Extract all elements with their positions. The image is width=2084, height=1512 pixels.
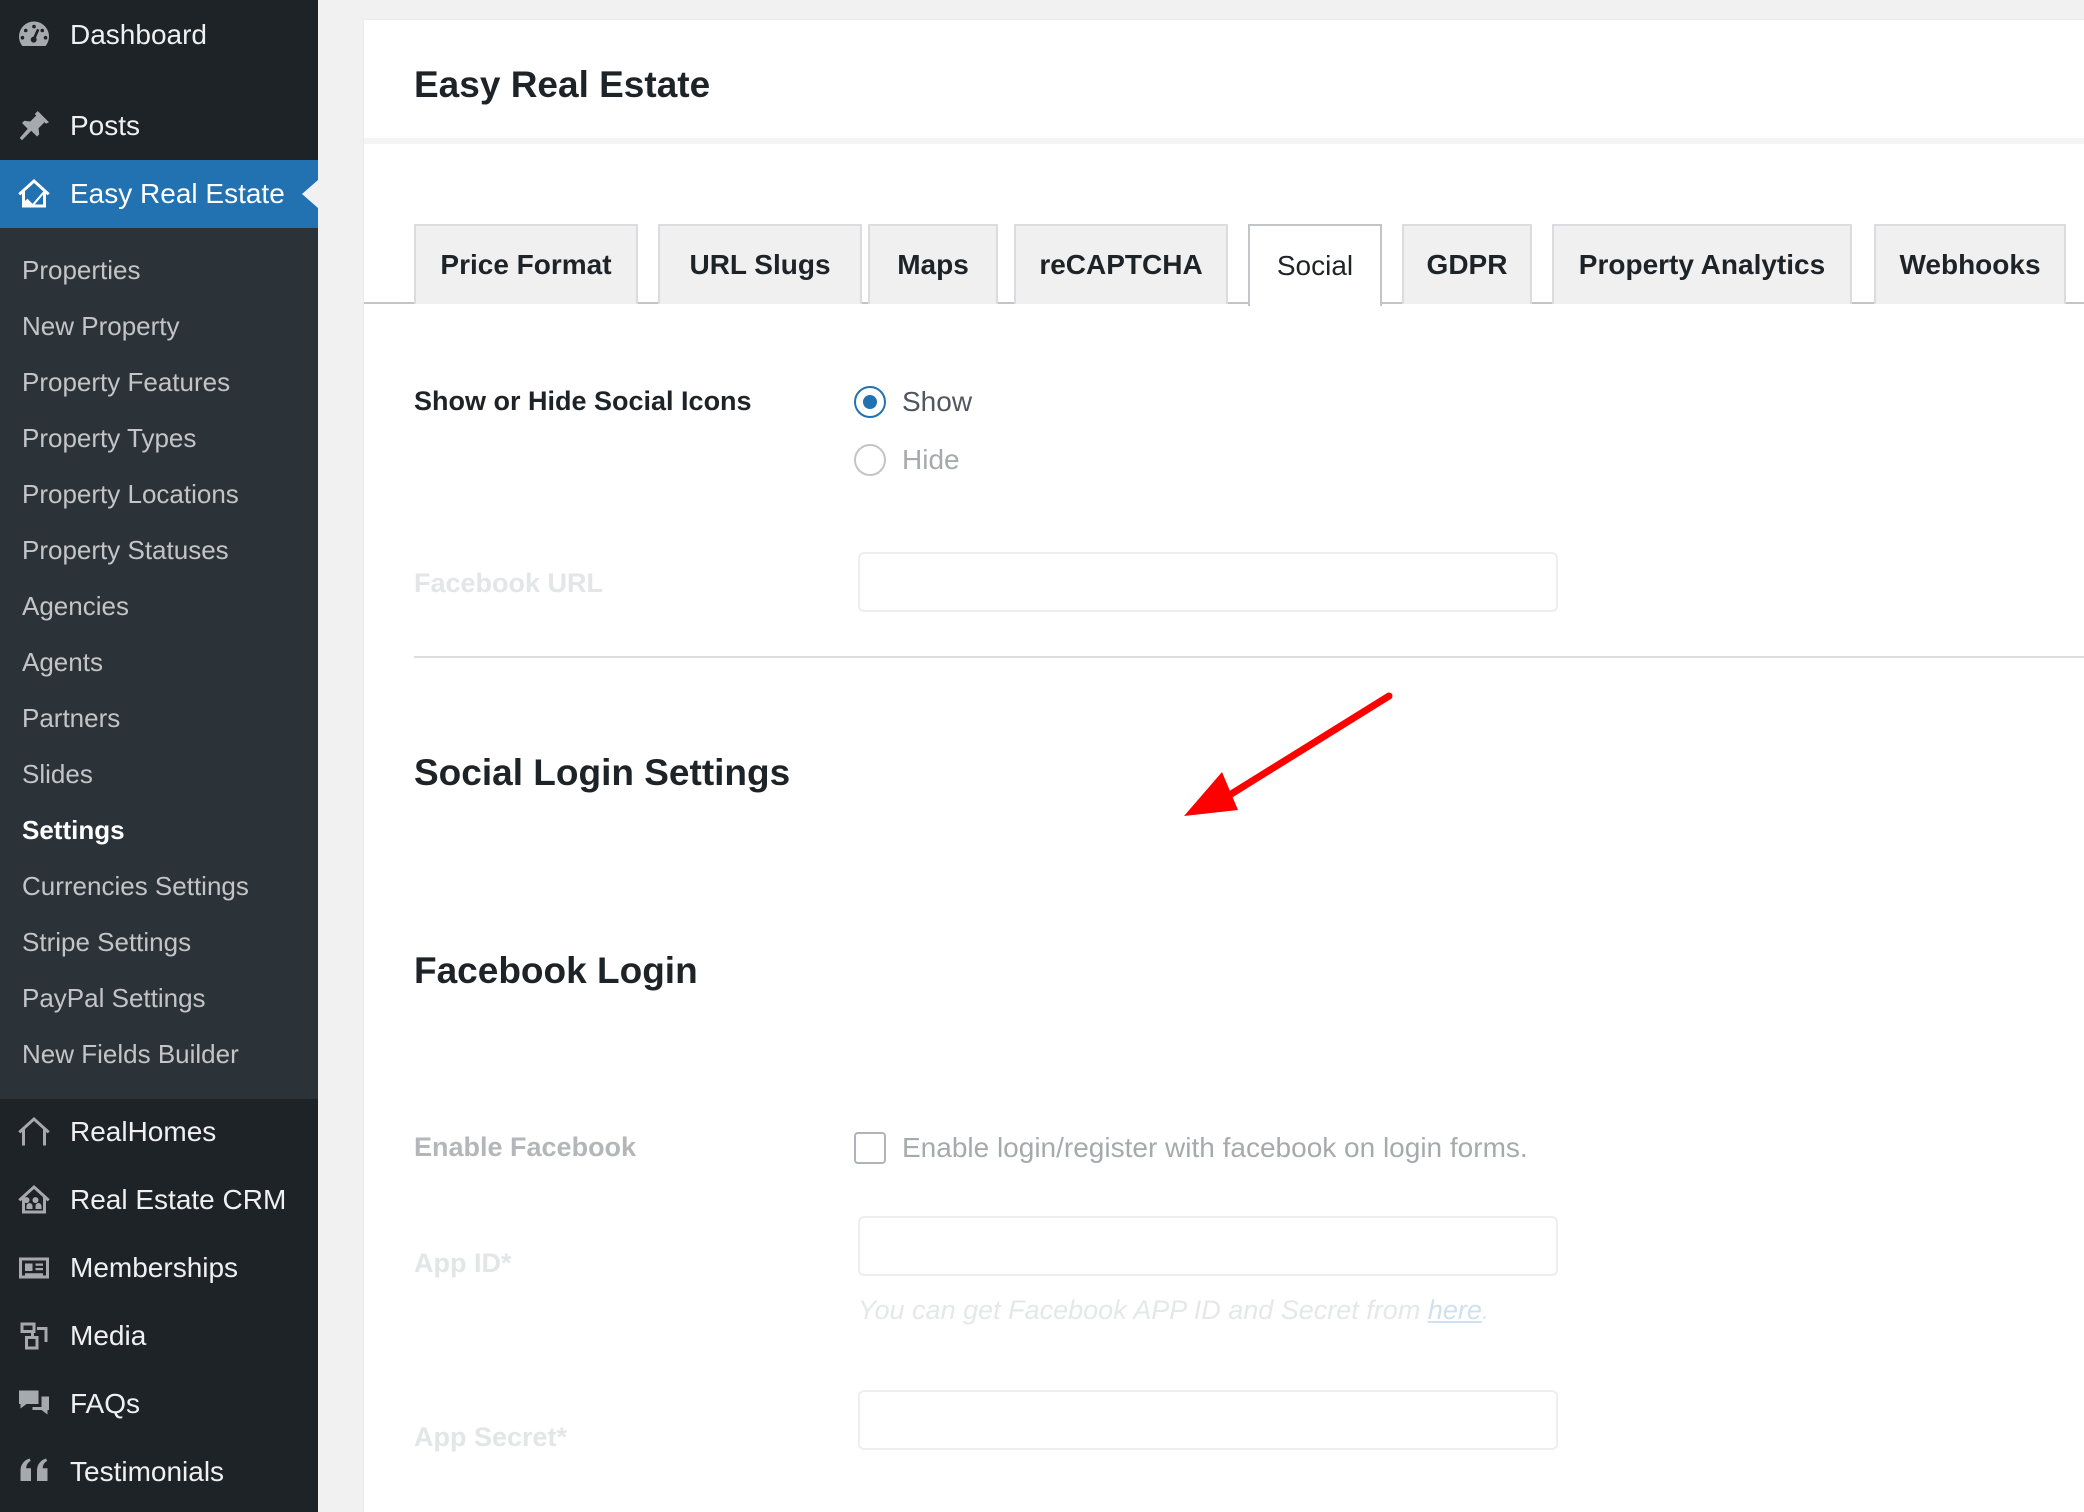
menu-faqs[interactable]: FAQs — [0, 1370, 318, 1438]
tab-property-analytics[interactable]: Property Analytics — [1552, 224, 1852, 304]
facebook-url-input[interactable] — [858, 552, 1558, 612]
help-text-suffix: . — [1481, 1295, 1490, 1325]
tab-social[interactable]: Social — [1248, 224, 1382, 306]
show-hide-social-label: Show or Hide Social Icons — [414, 386, 752, 416]
menu-label: Easy Real Estate — [70, 178, 285, 209]
house-icon — [14, 174, 54, 214]
tab-maps[interactable]: Maps — [868, 224, 998, 304]
pin-icon — [14, 106, 54, 146]
enable-facebook-label: Enable Facebook — [414, 1132, 637, 1162]
page-header: Easy Real Estate — [364, 20, 2084, 144]
app-id-help-text: You can get Facebook APP ID and Secret f… — [858, 1295, 1489, 1326]
id-card-icon — [14, 1248, 54, 1288]
media-icon — [14, 1316, 54, 1356]
submenu-property-types[interactable]: Property Types — [22, 423, 196, 454]
easy-real-estate-submenu: Properties New Property Property Feature… — [0, 228, 318, 1099]
tab-gdpr[interactable]: GDPR — [1402, 224, 1532, 304]
dashboard-icon — [14, 15, 54, 55]
radio-hide-label: Hide — [902, 444, 960, 475]
menu-realhomes[interactable]: RealHomes — [0, 1098, 318, 1166]
app-secret-label: App Secret* — [414, 1422, 568, 1452]
menu-real-estate-crm[interactable]: Real Estate CRM — [0, 1166, 318, 1234]
page-title: Easy Real Estate — [414, 64, 711, 105]
menu-label: Testimonials — [70, 1456, 225, 1487]
submenu-stripe-settings[interactable]: Stripe Settings — [22, 927, 191, 958]
menu-easy-real-estate[interactable]: Easy Real Estate — [0, 160, 318, 228]
submenu-agents[interactable]: Agents — [22, 647, 103, 678]
submenu-slides[interactable]: Slides — [22, 759, 93, 790]
app-id-label: App ID* — [414, 1248, 512, 1278]
settings-tabs: Price Format URL Slugs Maps reCAPTCHA So… — [364, 144, 2084, 306]
submenu-paypal-settings[interactable]: PayPal Settings — [22, 983, 206, 1014]
submenu-new-fields-builder[interactable]: New Fields Builder — [22, 1039, 239, 1070]
radio-hide[interactable] — [854, 444, 886, 476]
menu-label: Media — [70, 1320, 147, 1351]
tab-price-format[interactable]: Price Format — [414, 224, 638, 304]
submenu-property-locations[interactable]: Property Locations — [22, 479, 239, 510]
submenu-property-statuses[interactable]: Property Statuses — [22, 535, 229, 566]
divider — [414, 656, 2084, 658]
quote-icon — [14, 1452, 54, 1492]
enable-facebook-checkbox[interactable] — [854, 1132, 886, 1164]
menu-label: Memberships — [70, 1252, 239, 1283]
menu-dashboard[interactable]: Dashboard — [0, 1, 318, 69]
submenu-property-features[interactable]: Property Features — [22, 367, 230, 398]
submenu-agencies[interactable]: Agencies — [22, 591, 129, 622]
menu-media[interactable]: Media — [0, 1302, 318, 1370]
help-here-link[interactable]: here — [1428, 1295, 1482, 1325]
menu-label: Real Estate CRM — [70, 1184, 287, 1215]
facebook-url-label: Facebook URL — [414, 568, 604, 598]
submenu-settings[interactable]: Settings — [22, 815, 125, 846]
menu-label: Dashboard — [70, 19, 207, 50]
tab-webhooks[interactable]: Webhooks — [1874, 224, 2066, 304]
crm-icon — [14, 1180, 54, 1220]
menu-memberships[interactable]: Memberships — [0, 1234, 318, 1302]
admin-sidebar: Dashboard Posts Easy Real Estate Propert… — [0, 0, 318, 1512]
radio-show-label: Show — [902, 386, 973, 417]
menu-posts[interactable]: Posts — [0, 92, 318, 160]
house-outline-icon — [14, 1112, 54, 1152]
app-id-input[interactable] — [858, 1216, 1558, 1276]
menu-label: Posts — [70, 110, 141, 141]
tab-recaptcha[interactable]: reCAPTCHA — [1014, 224, 1228, 304]
help-text-body: You can get Facebook APP ID and Secret f… — [858, 1295, 1428, 1325]
tab-url-slugs[interactable]: URL Slugs — [658, 224, 862, 304]
chat-bubbles-icon — [14, 1384, 54, 1424]
menu-label: RealHomes — [70, 1116, 217, 1147]
submenu-properties[interactable]: Properties — [22, 255, 141, 286]
social-login-settings-title: Social Login Settings — [414, 752, 791, 793]
settings-panel: Easy Real Estate Price Format URL Slugs … — [364, 20, 2084, 1512]
submenu-currencies-settings[interactable]: Currencies Settings — [22, 871, 249, 902]
submenu-new-property[interactable]: New Property — [22, 311, 180, 342]
menu-testimonials[interactable]: Testimonials — [0, 1438, 318, 1506]
facebook-login-title: Facebook Login — [414, 950, 698, 991]
submenu-partners[interactable]: Partners — [22, 703, 120, 734]
menu-label: FAQs — [70, 1388, 141, 1419]
enable-facebook-checkbox-label: Enable login/register with facebook on l… — [902, 1132, 1528, 1163]
app-secret-input[interactable] — [858, 1390, 1558, 1450]
radio-show[interactable] — [854, 386, 886, 418]
